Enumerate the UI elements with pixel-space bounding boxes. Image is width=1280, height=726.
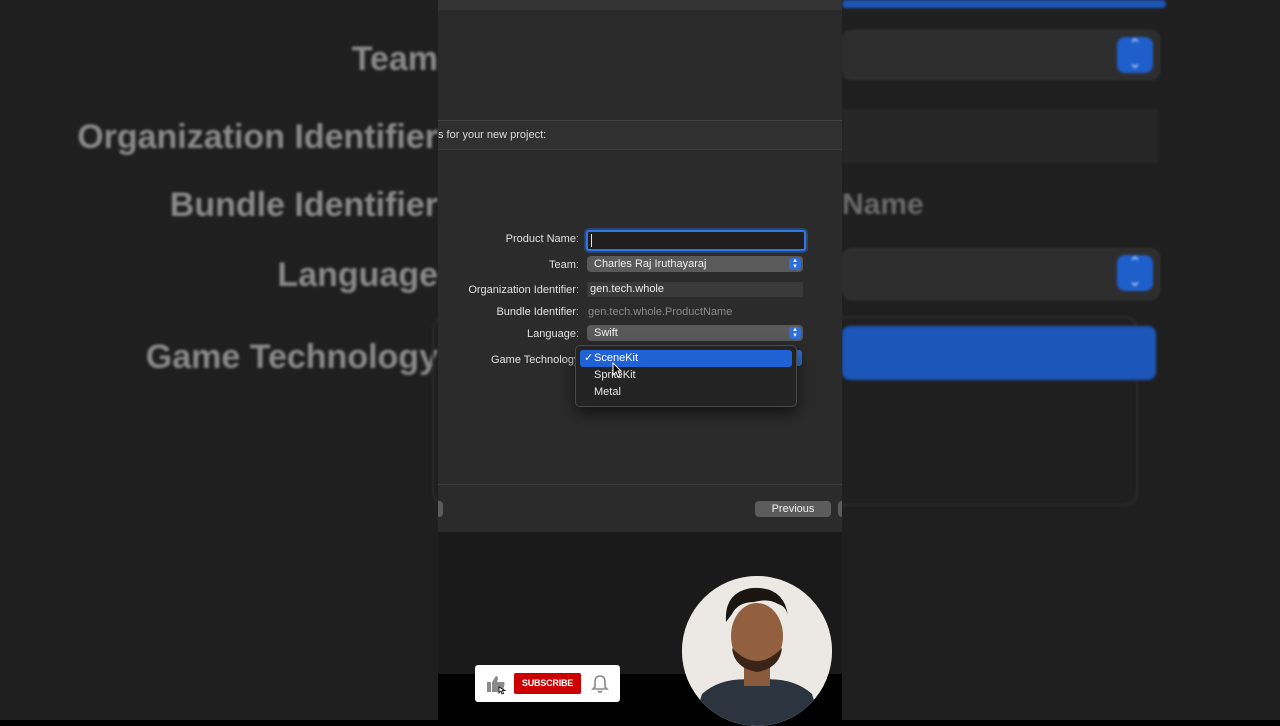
- checkmark-icon: ✓: [584, 352, 594, 364]
- game-technology-label: Game Technology: [491, 354, 580, 366]
- sheet-header: s for your new project:: [438, 121, 842, 150]
- thumbs-up-icon[interactable]: [485, 673, 507, 695]
- product-name-input[interactable]: [586, 230, 806, 251]
- bundle-identifier-value: gen.tech.whole.ProductName: [588, 306, 733, 318]
- previous-button[interactable]: Previous: [755, 501, 831, 517]
- subscribe-bar: SUBSCRIBE: [475, 665, 620, 702]
- bg-team-select: ⌃ ⌄: [842, 30, 1160, 80]
- bg-label-org: Organization Identifier: [77, 118, 438, 156]
- presenter-webcam: [682, 576, 832, 726]
- product-name-label: Product Name:: [505, 233, 579, 245]
- new-project-sheet: s for your new project: Product Name: Te…: [438, 120, 842, 533]
- bg-label-bundle: Bundle Identifier: [169, 186, 438, 224]
- bg-language-select: ⌃ ⌄: [842, 248, 1160, 300]
- language-value: Swift: [594, 327, 618, 339]
- text-caret: [591, 234, 592, 247]
- bg-stepper-icon: ⌃ ⌄: [1117, 255, 1153, 291]
- bg-selected-row: [842, 326, 1156, 380]
- bg-label-team: Team: [351, 40, 438, 78]
- language-label: Language:: [527, 328, 579, 340]
- menu-item-metal[interactable]: Metal: [580, 384, 792, 401]
- cancel-button-edge[interactable]: [438, 501, 443, 517]
- org-identifier-field[interactable]: gen.tech.whole: [587, 282, 803, 297]
- team-label: Team:: [549, 259, 579, 271]
- subscribe-button[interactable]: SUBSCRIBE: [514, 673, 581, 694]
- mouse-cursor-icon: [612, 361, 623, 381]
- bg-label-game-tech: Game Technology: [145, 338, 438, 376]
- game-technology-menu: ✓ SceneKit SpriteKit Metal: [575, 345, 797, 407]
- bg-blue-strip: [842, 0, 1166, 8]
- bg-org-field: [842, 110, 1158, 162]
- team-popup[interactable]: Charles Raj Iruthayaraj ▴ ▾: [587, 256, 803, 272]
- team-value: Charles Raj Iruthayaraj: [594, 258, 707, 270]
- bell-icon[interactable]: [591, 674, 609, 694]
- bg-stepper-icon: ⌃ ⌄: [1117, 37, 1153, 73]
- org-identifier-label: Organization Identifier:: [468, 284, 579, 296]
- popup-arrows-icon: ▴ ▾: [789, 326, 801, 339]
- next-button-edge[interactable]: [838, 501, 842, 517]
- sheet-header-text: s for your new project:: [438, 129, 547, 141]
- bg-label-language: Language: [277, 256, 438, 294]
- bg-product-name-hint: Name: [842, 188, 924, 221]
- popup-arrows-icon: ▴ ▾: [789, 257, 801, 270]
- bundle-identifier-label: Bundle Identifier:: [496, 306, 579, 318]
- language-popup[interactable]: Swift ▴ ▾: [587, 325, 803, 341]
- xcode-top-area: [438, 0, 842, 120]
